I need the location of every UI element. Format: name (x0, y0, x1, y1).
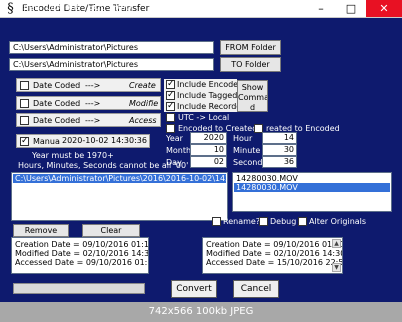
remove-button[interactable]: Remove (13, 224, 69, 237)
source-dates-panel: Creation Date = 09/10/2016 01:11:16 Modi… (11, 237, 149, 274)
include-encoded-label: Include Encoded (177, 80, 244, 89)
mapping-accessed-target[interactable]: Access (129, 115, 157, 126)
image-info-caption: 742x566 100kb JPEG (148, 306, 254, 317)
from-folder-button[interactable]: FROM Folder (220, 40, 281, 55)
rename-checkbox[interactable] (212, 217, 221, 226)
folder-list-item[interactable]: C:\Users\Administrator\Pictures\2016\201… (13, 174, 226, 183)
hour-label: Hour (233, 134, 253, 143)
mapping-modified-arrow: ---> (85, 99, 101, 108)
manual-checkbox[interactable]: ✓ (20, 137, 29, 146)
show-command-line-2: Comman (238, 93, 267, 102)
file-list[interactable]: 14280030.MOV 14280030.MOV (232, 172, 392, 212)
rename-label: Rename? (223, 217, 261, 226)
scroll-up-icon[interactable]: ▲ (332, 239, 341, 248)
mapping-create-arrow: ---> (85, 81, 101, 90)
mapping-row-create: Date Coded ---> Create (16, 78, 161, 92)
mapping-create-checkbox[interactable] (20, 81, 29, 90)
month-input[interactable]: 10 (190, 144, 227, 156)
mapping-modified-label: Date Coded (33, 99, 81, 108)
to-folder-button[interactable]: TO Folder (220, 57, 281, 72)
show-command-line-1: Show (241, 83, 264, 92)
source-modified-date: Modified Date = 02/10/2016 14:30:36 (15, 249, 149, 258)
scroll-down-icon[interactable]: ▼ (332, 263, 341, 272)
menu-open[interactable]: Open (16, 2, 40, 15)
time-rule-note: Hours, Minutes, Seconds cannot be all '0… (18, 161, 189, 170)
menu-options[interactable]: Options (46, 2, 81, 15)
mapping-row-accessed: Date Coded ---> Access (16, 113, 161, 127)
debug-checkbox[interactable] (259, 217, 268, 226)
target-accessed-date: Accessed Date = 15/10/2016 22:54:27 (206, 258, 342, 267)
minute-input[interactable]: 30 (262, 144, 297, 156)
manual-label: Manua (33, 137, 60, 146)
year-input[interactable]: 2020 (190, 132, 227, 144)
mapping-row-modified: Date Coded ---> Modifie (16, 96, 161, 110)
cancel-button[interactable]: Cancel (233, 280, 279, 298)
day-input[interactable]: 02 (190, 156, 227, 168)
convert-button[interactable]: Convert (171, 280, 217, 298)
target-modified-date: Modified Date = 02/10/2016 14:30:36 (206, 249, 343, 258)
minimize-icon[interactable]: – (306, 0, 336, 17)
mapping-create-label: Date Coded (33, 81, 81, 90)
hour-input[interactable]: 14 (262, 132, 297, 144)
show-command-line-3: d (249, 103, 256, 112)
utc-local-checkbox[interactable] (166, 113, 175, 122)
from-path-input[interactable]: C:\Users\Administrator\Pictures (9, 41, 214, 54)
source-creation-date: Creation Date = 09/10/2016 01:11:16 (15, 240, 149, 249)
mapping-accessed-label: Date Coded (33, 116, 81, 125)
include-recorded-checkbox[interactable]: ✓ (166, 102, 175, 111)
include-tagged-option: ✓ Include Tagged (164, 90, 237, 101)
second-label: Second (233, 158, 263, 167)
to-path-input[interactable]: C:\Users\Administrator\Pictures (9, 58, 214, 71)
menu-help[interactable]: Help (111, 2, 132, 15)
year-label: Year (166, 134, 183, 143)
manual-datetime-value[interactable]: 2020-10-02 14:30:36 (62, 135, 147, 146)
utc-local-label: UTC -> Local (178, 113, 230, 122)
second-input[interactable]: 36 (262, 156, 297, 168)
include-tagged-label: Include Tagged (177, 91, 238, 100)
file-list-item[interactable]: 14280030.MOV (234, 174, 390, 183)
maximize-icon[interactable]: □ (336, 0, 366, 17)
alter-originals-checkbox[interactable] (298, 217, 307, 226)
mapping-modified-checkbox[interactable] (20, 99, 29, 108)
include-tagged-checkbox[interactable]: ✓ (166, 91, 175, 100)
mapping-modified-target[interactable]: Modifie (129, 98, 158, 109)
source-accessed-date: Accessed Date = 09/10/2016 01:11:16 (15, 258, 148, 267)
encoded-to-created-checkbox[interactable] (166, 124, 175, 133)
menu-exit[interactable]: Exit (87, 2, 104, 15)
alter-originals-label: Alter Originals (309, 217, 367, 226)
menu-bar (0, 19, 402, 36)
minute-label: Minute (233, 146, 261, 155)
include-recorded-option: ✓ Include Recorded (164, 101, 246, 112)
close-icon[interactable]: ✕ (366, 0, 402, 17)
month-label: Month (166, 146, 192, 155)
mapping-accessed-arrow: ---> (85, 116, 101, 125)
clear-button[interactable]: Clear (82, 224, 140, 237)
target-dates-panel: Creation Date = 09/10/2016 01:11:16 Modi… (202, 237, 343, 274)
mapping-create-target[interactable]: Create (129, 80, 156, 91)
include-encoded-option: ✓ Include Encoded (164, 79, 243, 90)
show-command-button[interactable]: Show Comman d (237, 80, 268, 112)
folder-list[interactable]: C:\Users\Administrator\Pictures\2016\201… (11, 172, 228, 221)
debug-label: Debug (270, 217, 297, 226)
include-encoded-checkbox[interactable]: ✓ (166, 80, 175, 89)
file-list-item-selected[interactable]: 14280030.MOV (234, 183, 390, 192)
progress-bar (13, 283, 145, 294)
target-creation-date: Creation Date = 09/10/2016 01:11:16 (206, 240, 343, 249)
mapping-accessed-checkbox[interactable] (20, 116, 29, 125)
include-recorded-label: Include Recorded (177, 102, 247, 111)
